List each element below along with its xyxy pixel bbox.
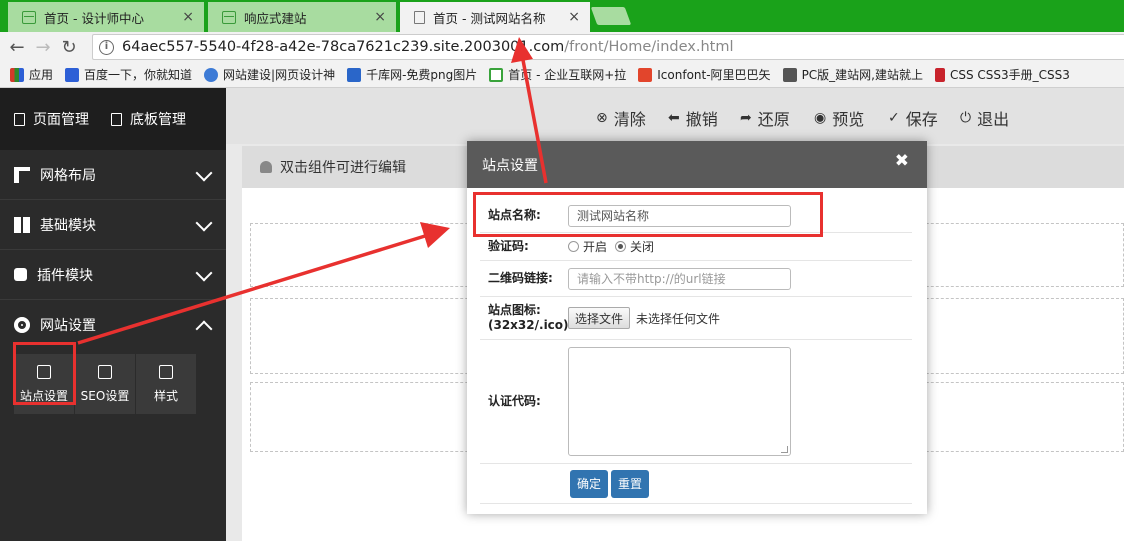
bookmark-apps[interactable]: 应用 [10, 66, 53, 83]
browser-tab-designer-center[interactable]: 首页 - 设计师中心 × [8, 2, 204, 32]
undo-button[interactable]: ⬅ 撤销 [668, 106, 718, 130]
page-icon [14, 112, 25, 126]
preview-button[interactable]: ◉ 预览 [814, 106, 864, 130]
chevron-down-icon [195, 264, 213, 282]
site-icon-row: 站点图标: (32x32/.ico) 选择文件 未选择任何文件 [480, 297, 912, 340]
sidebar-item-basic-modules[interactable]: 基础模块 [0, 200, 226, 250]
gear-icon [14, 317, 30, 333]
chevron-down-icon [195, 214, 213, 232]
sidebar-item-plugin-modules[interactable]: 插件模块 [0, 250, 226, 300]
document-icon [414, 10, 425, 24]
clear-button[interactable]: ⊗ 清除 [596, 106, 646, 130]
undo-icon: ⬅ [668, 110, 680, 126]
sidebar-item-grid-layout[interactable]: 网格布局 [0, 150, 226, 200]
editor-sidebar: 页面管理 底板管理 网格布局 基础模块 插件模块 网站设置 站点设置 SEO设置… [0, 88, 226, 541]
url-host: 64aec557-5540-4f28-a42e-78ca7621c239.sit… [122, 39, 565, 55]
submenu-styles[interactable]: 样式 [136, 354, 196, 414]
editor-action-bar: ⊗ 清除 ⬅ 撤销 ➦ 还原 ◉ 预览 ✓ 保存 ⏻ 退出 [226, 88, 1124, 144]
bookmark-enterprise[interactable]: 首页 - 企业互联网+拉 [489, 66, 626, 83]
qr-link-label: 二维码链接: [488, 271, 553, 285]
captcha-label: 验证码: [488, 239, 529, 253]
close-icon[interactable]: × [182, 9, 194, 25]
chevron-up-icon [195, 320, 213, 338]
exit-button[interactable]: ⏻ 退出 [960, 106, 1009, 130]
qr-link-row: 二维码链接: 请输入不带http://的url链接 [480, 261, 912, 297]
puzzle-icon [14, 268, 27, 281]
file-status-text: 未选择任何文件 [636, 311, 721, 326]
qr-link-input[interactable]: 请输入不带http://的url链接 [568, 267, 791, 290]
site-icon-label: 站点图标: (32x32/.ico) [488, 303, 569, 332]
browser-tab-strip: 首页 - 设计师中心 × 响应式建站 × 首页 - 测试网站名称 × [0, 0, 1124, 32]
bookmark-css3[interactable]: CSS CSS3手册_CSS3 [935, 66, 1070, 83]
bookmark-qianku[interactable]: 千库网-免费png图片 [347, 66, 477, 83]
sidebar-top-bar: 页面管理 底板管理 [0, 88, 226, 150]
browser-toolbar: ← → ↻ i 64aec557-5540-4f28-a42e-78ca7621… [0, 32, 1124, 62]
confirm-button[interactable]: 确定 [570, 469, 609, 498]
redo-icon: ➦ [740, 110, 752, 126]
choose-file-button[interactable]: 选择文件 [568, 307, 631, 329]
bookmarks-bar: 应用 百度一下，你就知道 网站建设|网页设计神 千库网-免费png图片 首页 -… [0, 62, 1124, 88]
bookmark-web-design[interactable]: 网站建设|网页设计神 [204, 66, 335, 83]
badge-icon [204, 67, 219, 82]
back-icon[interactable]: ← [4, 37, 30, 58]
close-icon[interactable]: × [568, 9, 580, 25]
seo-icon [98, 364, 112, 379]
submenu-seo-settings[interactable]: SEO设置 [75, 354, 135, 414]
captcha-row: 验证码: 开启 关闭 [480, 233, 912, 261]
info-icon[interactable]: i [99, 39, 114, 55]
pc-site-icon [782, 67, 797, 82]
preview-icon: ◉ [814, 110, 827, 126]
css3-icon [935, 67, 945, 82]
exit-icon: ⏻ [960, 110, 972, 126]
bookmark-pc-site[interactable]: PC版_建站网,建站就上 [782, 66, 923, 83]
site-favicon-icon [222, 10, 236, 24]
cert-code-row: 认证代码: [480, 340, 912, 464]
chevron-down-icon [195, 164, 213, 182]
dialog-buttons-row: 确定 重置 [480, 464, 912, 504]
bell-icon [260, 161, 272, 173]
browser-tab-home-test[interactable]: 首页 - 测试网站名称 × [400, 2, 590, 32]
captcha-on-radio[interactable] [568, 241, 579, 252]
apps-grid-icon [10, 67, 24, 82]
cert-code-textarea[interactable] [568, 347, 791, 456]
cert-code-label: 认证代码: [488, 394, 541, 408]
reset-button[interactable]: 重置 [611, 469, 650, 498]
bookmark-iconfont[interactable]: Iconfont-阿里巴巴矢 [638, 66, 771, 83]
annotation-highlight-box [473, 192, 823, 237]
save-button[interactable]: ✓ 保存 [888, 106, 938, 130]
qianku-icon [347, 67, 362, 82]
board-management-button[interactable]: 底板管理 [111, 109, 186, 129]
modules-icon [14, 216, 30, 233]
code-file-icon [159, 364, 173, 379]
edit-hint-text: 双击组件可进行编辑 [280, 160, 406, 176]
list-icon [111, 112, 122, 126]
new-tab-button[interactable] [590, 7, 632, 25]
bookmark-baidu[interactable]: 百度一下，你就知道 [65, 66, 192, 83]
dialog-header: 站点设置 ✖ [467, 141, 927, 188]
url-path: /front/Home/index.html [564, 39, 734, 55]
browser-tab-responsive-site[interactable]: 响应式建站 × [208, 2, 396, 32]
save-icon: ✓ [888, 110, 900, 126]
annotation-highlight-box [13, 342, 76, 405]
address-bar[interactable]: i 64aec557-5540-4f28-a42e-78ca7621c239.s… [92, 34, 1124, 60]
site-favicon-icon [22, 10, 36, 24]
site-favicon-icon [489, 67, 504, 82]
close-icon[interactable]: × [374, 9, 386, 25]
dialog-title: 站点设置 [482, 157, 538, 174]
reload-icon[interactable]: ↻ [56, 37, 82, 58]
page-management-button[interactable]: 页面管理 [14, 109, 89, 129]
captcha-off-radio[interactable] [615, 241, 627, 252]
close-icon[interactable]: ✖ [895, 151, 909, 171]
redo-button[interactable]: ➦ 还原 [740, 106, 790, 130]
forward-icon[interactable]: → [30, 37, 56, 58]
baidu-icon [65, 67, 80, 82]
iconfont-icon [638, 67, 653, 82]
clear-icon: ⊗ [596, 110, 608, 126]
layout-icon [14, 166, 30, 183]
